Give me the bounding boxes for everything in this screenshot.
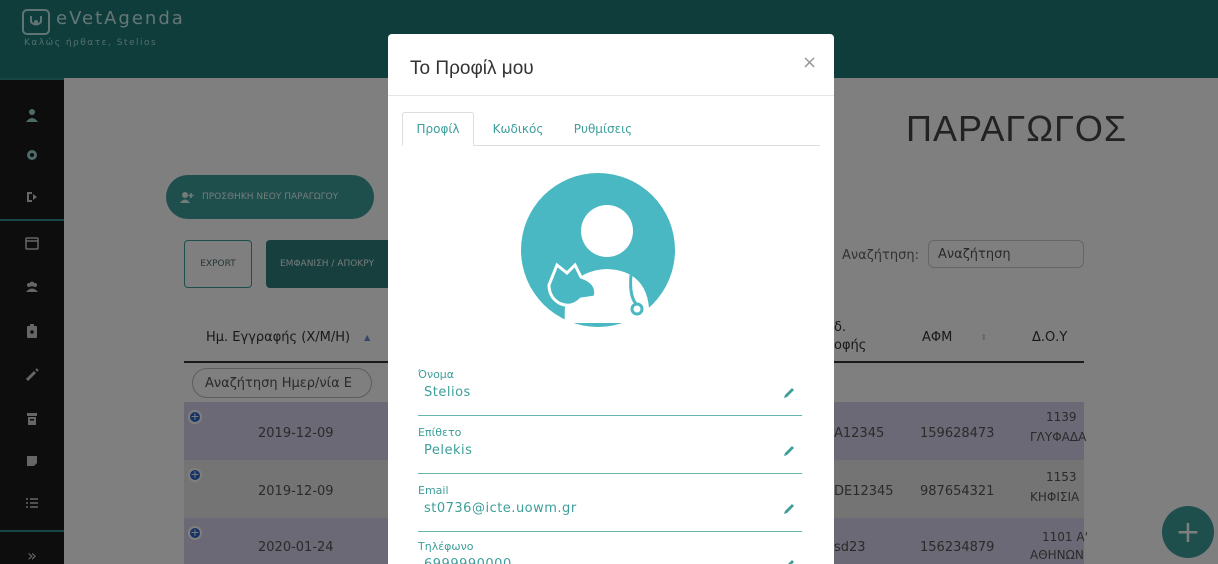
pencil-icon[interactable] (782, 502, 796, 516)
profile-modal: Το Προφίλ μου × Προφίλ Κωδικός Ρυθμίσεις… (388, 34, 834, 564)
last-name-value: Pelekis (424, 443, 473, 458)
phone-label: Τηλέφωνο (418, 540, 474, 553)
pencil-icon[interactable] (782, 558, 796, 564)
tab-profile[interactable]: Προφίλ (402, 112, 474, 146)
email-field[interactable]: Email st0736@icte.uowm.gr (418, 484, 802, 532)
modal-title: Το Προφίλ μου (410, 58, 534, 79)
modal-divider (388, 95, 834, 96)
first-name-value: Stelios (424, 385, 471, 400)
phone-value: 6999990000 (424, 557, 512, 564)
close-icon[interactable]: × (802, 52, 817, 73)
vet-avatar-icon (521, 173, 675, 327)
last-name-label: Επίθετο (418, 426, 462, 439)
first-name-label: Όνομα (418, 368, 455, 381)
last-name-field[interactable]: Επίθετο Pelekis (418, 426, 802, 474)
first-name-field[interactable]: Όνομα Stelios (418, 368, 802, 416)
email-label: Email (418, 484, 449, 497)
phone-field[interactable]: Τηλέφωνο 6999990000 (418, 540, 802, 564)
tab-password[interactable]: Κωδικός (482, 112, 554, 146)
email-value: st0736@icte.uowm.gr (424, 501, 577, 516)
pencil-icon[interactable] (782, 444, 796, 458)
profile-tabs: Προφίλ Κωδικός Ρυθμίσεις (402, 112, 820, 146)
pencil-icon[interactable] (782, 386, 796, 400)
tab-settings[interactable]: Ρυθμίσεις (562, 112, 644, 146)
